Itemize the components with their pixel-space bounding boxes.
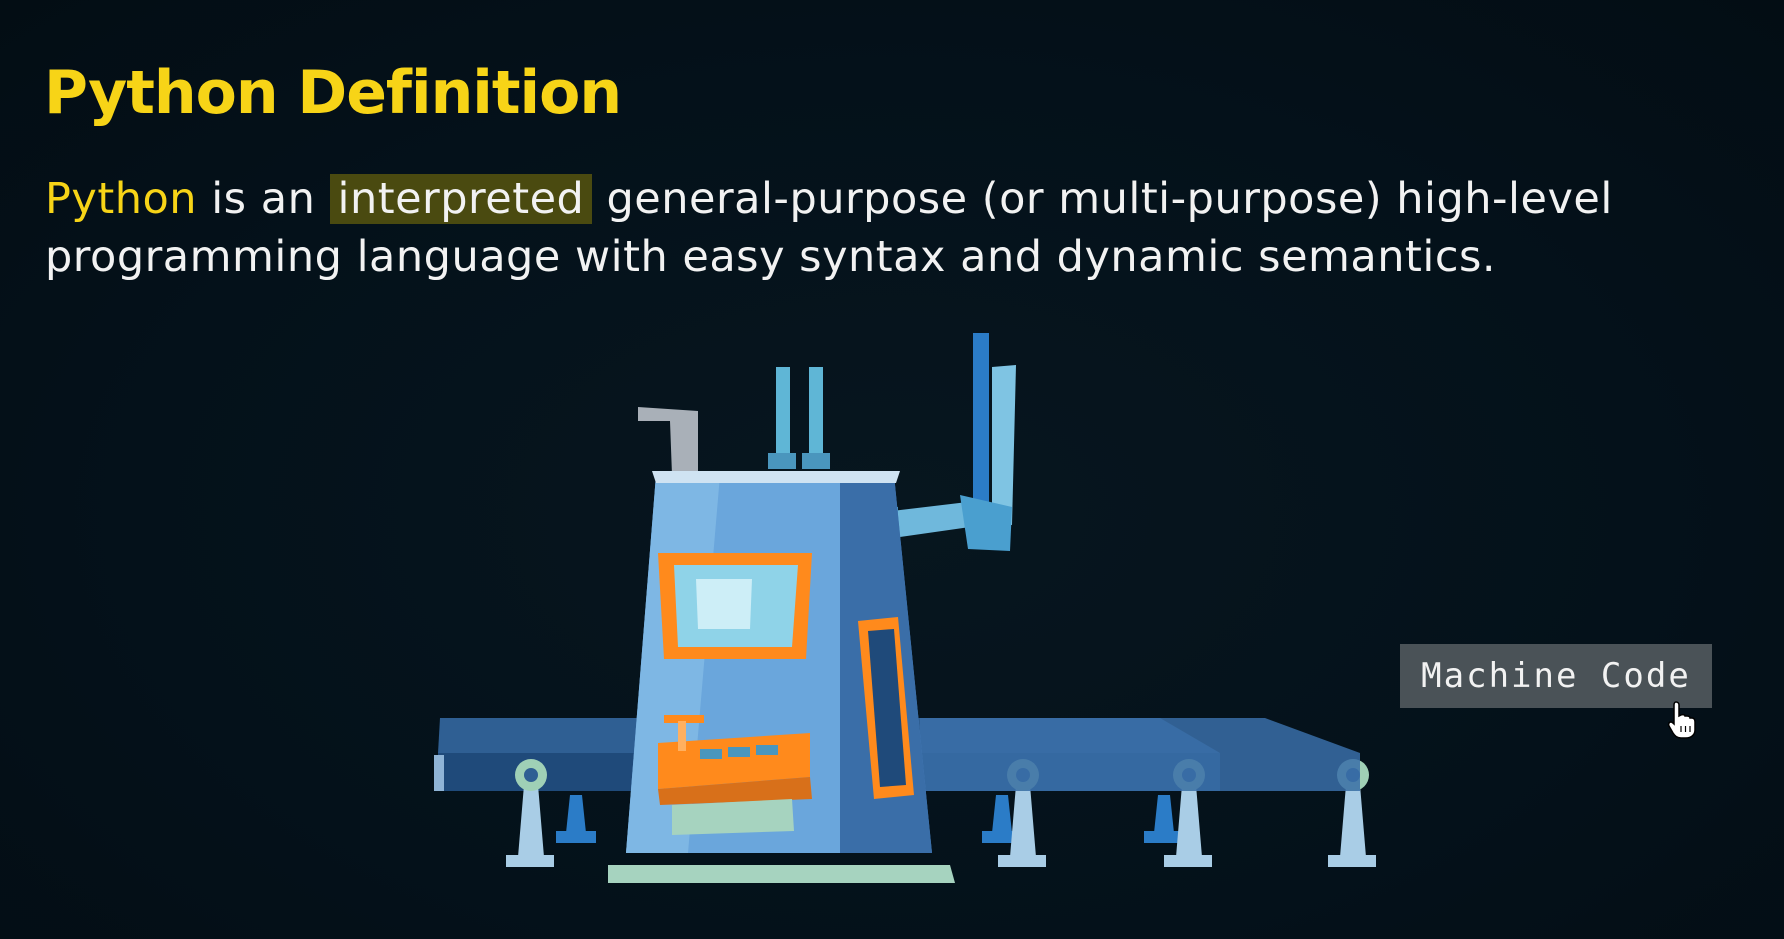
definition-part-1: is an <box>197 174 330 224</box>
slide-title: Python Definition <box>44 58 622 128</box>
hand-pointer-icon <box>1667 701 1696 739</box>
definition-text: Python is an interpreted general-purpose… <box>45 170 1685 286</box>
slide: Python Definition Python is an interpret… <box>0 0 1784 939</box>
python-keyword: Python <box>45 174 198 224</box>
interpreted-highlight: interpreted <box>329 174 593 224</box>
machine-code-label[interactable]: Machine Code <box>1400 644 1712 708</box>
factory-machine-illustration <box>434 333 1376 883</box>
